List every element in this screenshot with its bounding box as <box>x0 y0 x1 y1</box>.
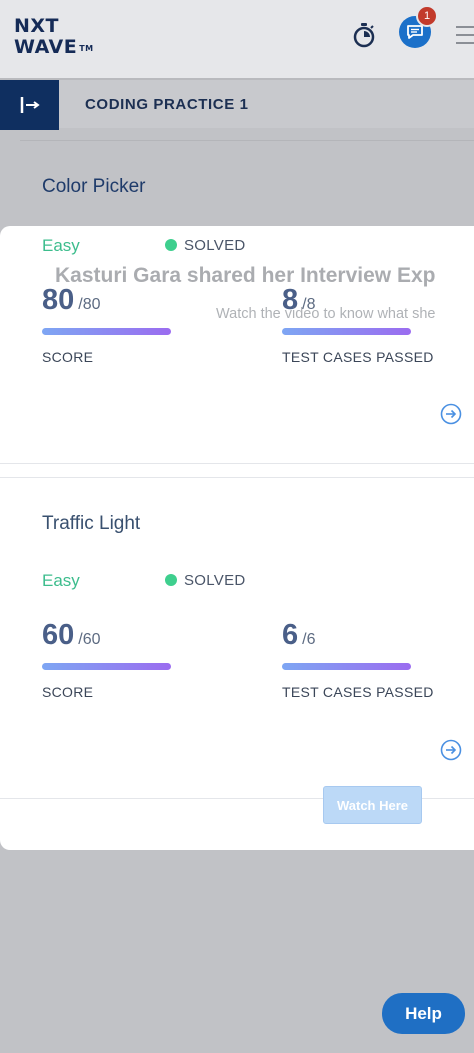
score-progress-bar <box>42 328 171 335</box>
sub-header: CODING PRACTICE 1 <box>0 78 474 130</box>
status-solved: SOLVED <box>165 237 246 254</box>
status-text: SOLVED <box>184 237 246 254</box>
page-title: CODING PRACTICE 1 <box>85 96 249 113</box>
status-solved: SOLVED <box>165 572 246 589</box>
score-label: SCORE <box>42 684 94 700</box>
logo-tm: TM <box>79 44 94 53</box>
tests-value: 6/6 <box>282 619 315 652</box>
promo-banner-title: Kasturi Gara shared her Interview Exp <box>55 264 436 287</box>
tests-label: TEST CASES PASSED <box>282 349 434 365</box>
arrow-right-circle-icon[interactable] <box>440 739 462 761</box>
score-number: 60 <box>42 619 75 651</box>
promo-banner-subtitle: Watch the video to know what she <box>216 306 436 322</box>
app-header: NXT WAVE TM 1 <box>0 0 474 78</box>
difficulty-badge: Easy <box>42 571 80 590</box>
logo-line2: WAVE TM <box>14 37 114 59</box>
collapse-sidebar-icon <box>20 97 40 113</box>
logo-line1: NXT <box>14 15 60 37</box>
tests-number: 6 <box>282 619 299 651</box>
score-progress-bar <box>42 663 171 670</box>
timer-icon[interactable] <box>351 22 377 48</box>
tests-progress-bar <box>282 663 411 670</box>
status-text: SOLVED <box>184 572 246 589</box>
score-total: /80 <box>78 296 101 313</box>
score-value: 60/60 <box>42 619 101 652</box>
score-label: SCORE <box>42 349 94 365</box>
score-value: 80/80 <box>42 284 101 317</box>
arrow-right-circle-icon[interactable] <box>440 403 462 425</box>
tests-label: TEST CASES PASSED <box>282 684 434 700</box>
divider <box>20 140 474 141</box>
solved-dot-icon <box>165 239 177 251</box>
menu-icon[interactable] <box>456 26 474 46</box>
problem-title[interactable]: Traffic Light <box>42 513 140 535</box>
nxtwave-logo[interactable]: NXT WAVE TM <box>14 16 114 62</box>
chat-button[interactable]: 1 <box>399 5 438 50</box>
card-divider <box>0 477 474 478</box>
solved-dot-icon <box>165 574 177 586</box>
watch-here-button[interactable]: Watch Here <box>323 786 422 824</box>
problem-title[interactable]: Color Picker <box>42 176 145 198</box>
tests-progress-bar <box>282 328 411 335</box>
collapse-sidebar-button[interactable] <box>0 80 59 130</box>
help-button[interactable]: Help <box>382 993 465 1034</box>
tests-total: /6 <box>302 631 316 648</box>
score-total: /60 <box>78 631 101 648</box>
logo-line2-text: WAVE <box>14 36 78 58</box>
card-divider <box>0 463 474 464</box>
difficulty-badge: Easy <box>42 236 80 255</box>
score-number: 80 <box>42 284 75 316</box>
notification-badge: 1 <box>416 5 438 27</box>
